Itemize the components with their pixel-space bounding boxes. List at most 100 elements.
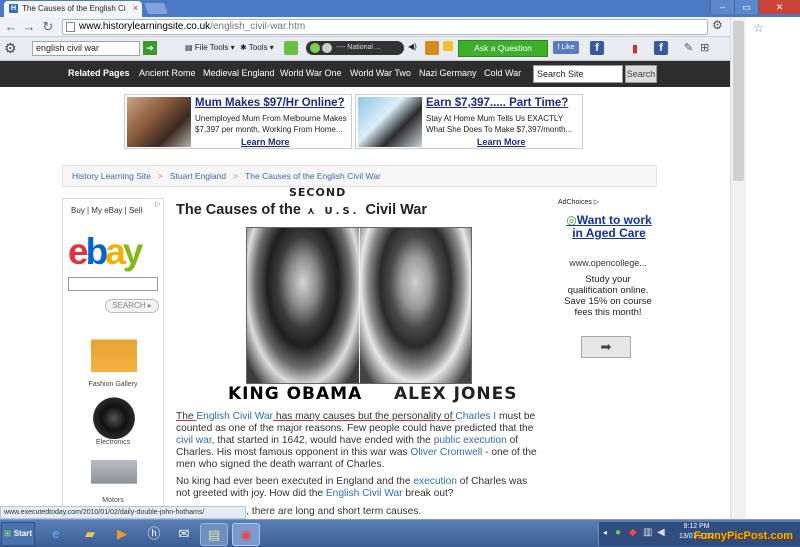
tools-menu[interactable]: ✱ Tools ▾	[240, 43, 274, 52]
url-bar[interactable]: www.historylearningsite.co.uk/english_ci…	[62, 19, 764, 35]
link-charles-i[interactable]: Charles I	[455, 411, 496, 422]
ebay-search-button[interactable]: SEARCH ▸	[105, 299, 159, 313]
maximize-icon[interactable]: ▭	[734, 0, 758, 14]
vertical-scrollbar[interactable]	[730, 17, 746, 522]
nav-medieval-england[interactable]: Medieval England	[203, 68, 275, 78]
ebay-search-input[interactable]	[68, 277, 158, 291]
breadcrumb-separator: >	[157, 171, 163, 181]
link-oliver-cromwell[interactable]: Oliver Cromwell	[410, 447, 482, 458]
site-search-button[interactable]: Search	[625, 65, 657, 83]
nav-related-pages[interactable]: Related Pages	[68, 68, 130, 78]
minimize-icon[interactable]: –	[710, 0, 734, 14]
folder-icon[interactable]: ▰	[76, 523, 104, 546]
nav-cold-war[interactable]: Cold War	[484, 68, 521, 78]
file-tools-menu[interactable]: ▤ File Tools ▾	[185, 43, 235, 52]
tray-app-icon[interactable]: ●	[615, 527, 621, 538]
trash-icon[interactable]: ▮	[632, 42, 638, 55]
ad-learn-more[interactable]: Learn More	[477, 137, 526, 147]
station-label: ---- National ...	[336, 44, 381, 51]
close-window-icon[interactable]: ✕	[758, 0, 800, 14]
stop-icon[interactable]	[322, 43, 332, 53]
ebay-item-fashion[interactable]: Fashion Gallery	[63, 381, 163, 388]
ad-headline[interactable]: Mum Makes $97/Hr Online?	[195, 97, 345, 109]
bookmark-star-icon[interactable]: ☆	[753, 21, 764, 35]
wrench-menu-icon[interactable]: ⚙	[712, 18, 723, 32]
file-tools-label: File Tools	[194, 43, 229, 52]
chrome-icon[interactable]: ◉	[232, 523, 260, 546]
browser-tab[interactable]: H The Causes of the English Ci ×	[4, 1, 142, 17]
toolbar-search-input[interactable]: english civil war	[32, 41, 140, 56]
page-title: The Causes of the ⋏ U.S. Civil War	[176, 202, 427, 218]
site-nav: Related Pages Ancient Rome Medieval Engl…	[0, 61, 730, 87]
play-icon[interactable]	[310, 43, 320, 53]
add-icon[interactable]: ⊞	[700, 41, 709, 54]
portrait-cromwell	[360, 228, 471, 383]
chat-icon[interactable]	[284, 41, 298, 55]
caption-right: ALEX JONES	[394, 384, 518, 404]
adchoices-icon[interactable]: ▷	[155, 200, 160, 208]
ad-headline[interactable]: ◎Want to work in Aged Care	[563, 214, 655, 240]
paragraph-2: No king had ever been executed in Englan…	[176, 476, 528, 499]
gear-icon[interactable]: ⚙	[4, 40, 17, 57]
ad-banner-left[interactable]: Mum Makes $97/Hr Online? Unemployed Mum …	[124, 94, 352, 149]
nav-nazi-germany[interactable]: Nazi Germany	[419, 68, 477, 78]
ad-banner-right[interactable]: Earn $7,397..... Part Time? Stay At Home…	[355, 94, 583, 149]
ad-text: Stay At Home Mum Tells Us EXACTLY What S…	[426, 114, 573, 134]
tab-title: The Causes of the English Ci	[22, 4, 126, 13]
internet-explorer-icon[interactable]: e	[42, 523, 70, 546]
breadcrumb-current[interactable]: The Causes of the English Civil War	[245, 171, 381, 181]
car-image[interactable]	[91, 451, 137, 497]
breadcrumb-stuart-england[interactable]: Stuart England	[170, 171, 226, 181]
close-tab-icon[interactable]: ×	[133, 1, 138, 16]
nav-ancient-rome[interactable]: Ancient Rome	[139, 68, 196, 78]
notepad-icon[interactable]: ▤	[200, 523, 228, 546]
tray-arrow-icon[interactable]: ◂	[603, 528, 607, 537]
media-player[interactable]: ---- National ...	[306, 41, 404, 55]
reload-icon[interactable]: ↻	[40, 19, 56, 35]
new-tab-button[interactable]	[143, 3, 169, 14]
hp-icon[interactable]: ⓗ	[140, 523, 168, 546]
facebook-like-button[interactable]: f Like	[553, 41, 579, 54]
site-search-input[interactable]: Search Site	[533, 65, 623, 83]
title-suffix: Civil War	[365, 202, 427, 218]
ebay-ad[interactable]: Buy | My eBay | Sell ▷ ebay SEARCH ▸ Fas…	[62, 198, 164, 510]
adchoices-label[interactable]: AdChoices ▷	[558, 198, 658, 206]
facebook-notifications-icon[interactable]: f	[654, 41, 668, 55]
link-execution[interactable]: execution	[413, 476, 457, 487]
ad-headline[interactable]: Earn $7,397..... Part Time?	[426, 97, 568, 109]
facebook-icon[interactable]: f	[590, 41, 604, 55]
ad-arrow-button[interactable]: ➡	[581, 336, 631, 358]
fashion-image[interactable]	[91, 335, 137, 381]
mail-icon[interactable]: ✉	[170, 523, 198, 546]
ad-body: Study your qualification online. Save 15…	[564, 274, 652, 318]
ebay-item-motors[interactable]: Motors	[63, 497, 163, 504]
breadcrumb-home[interactable]: History Learning Site	[72, 171, 151, 181]
mail-icon[interactable]	[443, 41, 453, 51]
ad-url[interactable]: www.opencollege...	[558, 258, 658, 268]
volume-tray-icon[interactable]: ◀	[657, 527, 665, 538]
link-public-execution[interactable]: public execution	[434, 435, 507, 446]
volume-icon[interactable]: ◀)	[408, 42, 417, 51]
link-civil-war[interactable]: civil war	[176, 435, 212, 446]
wrench-icon[interactable]: ✎	[684, 41, 693, 54]
page-icon	[66, 22, 75, 32]
link-english-civil-war-2[interactable]: English Civil War	[326, 488, 403, 499]
ebay-item-electronics[interactable]: Electronics	[63, 439, 163, 446]
scrollbar-thumb[interactable]	[733, 21, 744, 181]
nav-world-war-one[interactable]: World War One	[280, 68, 342, 78]
nav-world-war-two[interactable]: World War Two	[350, 68, 411, 78]
media-player-icon[interactable]: ▶	[108, 523, 136, 546]
weather-icon[interactable]	[425, 41, 439, 55]
ad-learn-more[interactable]: Learn More	[241, 137, 290, 147]
start-button[interactable]: ⊞ Start	[1, 522, 35, 546]
ask-question-button[interactable]: Ask a Question	[458, 40, 548, 57]
tray-security-icon[interactable]: ◆	[629, 527, 637, 538]
network-icon[interactable]: ▥	[643, 527, 652, 538]
search-go-icon[interactable]: ➔	[143, 41, 157, 55]
back-arrow-icon[interactable]: ←	[3, 19, 19, 35]
forward-arrow-icon[interactable]: →	[21, 19, 37, 35]
ebay-tabs[interactable]: Buy | My eBay | Sell	[71, 206, 142, 215]
link-english-civil-war[interactable]: English Civil War	[196, 411, 273, 422]
camera-image[interactable]	[91, 393, 137, 439]
right-ad[interactable]: AdChoices ▷ ◎Want to work in Aged Care w…	[558, 198, 658, 368]
